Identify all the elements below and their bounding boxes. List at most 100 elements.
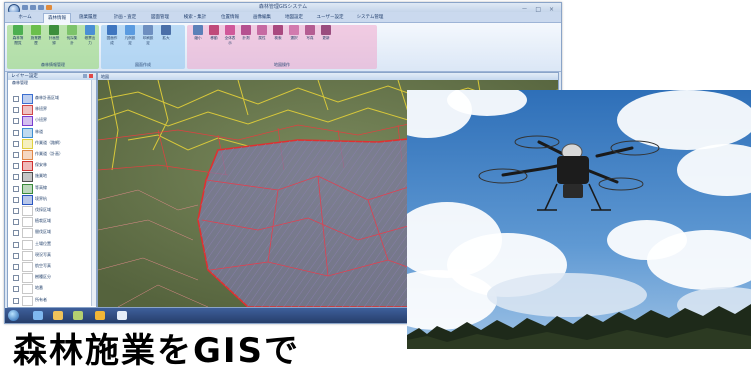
tab-system[interactable]: システム管理 <box>353 13 387 22</box>
layer-symbol-icon <box>22 105 33 116</box>
layer-item[interactable]: 所有者 <box>12 295 92 306</box>
report-output-button[interactable]: 帳票出力 <box>83 25 97 45</box>
layer-tree-root[interactable]: 森林管理 <box>8 80 96 86</box>
layer-symbol-icon <box>22 217 33 228</box>
tab-map-settings[interactable]: 地図設定 <box>281 13 307 22</box>
plan-register-button[interactable]: 計画登録 <box>47 25 61 45</box>
layer-visibility-checkbox[interactable] <box>13 297 19 304</box>
layer-item[interactable]: 樹種区分 <box>12 272 92 284</box>
layer-visibility-checkbox[interactable] <box>13 230 19 237</box>
refresh-button[interactable]: 更新 <box>319 25 333 41</box>
layer-item[interactable]: 小班界 <box>12 115 92 127</box>
layer-visibility-checkbox[interactable] <box>13 140 19 147</box>
layer-visibility-checkbox[interactable] <box>13 208 19 214</box>
layer-label: 小班界 <box>35 117 47 123</box>
layer-visibility-checkbox[interactable] <box>13 264 19 270</box>
ribbon: 森林情報管理 図面作成 地図操作 森林簿閲覧 施業履歴 計画登録 伐採集計 帳票出力 図面… <box>5 23 561 72</box>
tab-forest-info[interactable]: 森林情報 <box>43 13 71 23</box>
gis-taskbar-icon[interactable] <box>95 311 105 320</box>
layer-item[interactable]: 森林計画区域 <box>12 93 92 104</box>
layer-visibility-checkbox[interactable] <box>13 275 19 282</box>
close-icon[interactable] <box>89 74 93 78</box>
layer-visibility-checkbox[interactable] <box>13 241 19 248</box>
measure-button[interactable]: 計測 <box>239 25 253 41</box>
browser-icon[interactable] <box>33 311 43 320</box>
ribbon-button-label: 拡大 <box>162 36 170 40</box>
layer-item[interactable]: 境界杭 <box>12 194 92 205</box>
layer-item[interactable]: 保安林 <box>12 160 92 172</box>
ribbon-button-label: 印刷設定 <box>142 36 154 45</box>
folder-icon[interactable] <box>53 311 63 320</box>
drawing-create-button[interactable]: 図面作成 <box>105 25 119 45</box>
layer-item[interactable]: 作業道（計画） <box>12 149 92 160</box>
report-output-icon <box>85 25 95 35</box>
tab-home[interactable]: ホーム <box>13 13 37 22</box>
layer-item[interactable]: 土場位置 <box>12 239 92 250</box>
ribbon-button-label: 検索 <box>274 36 282 40</box>
layer-visibility-checkbox[interactable] <box>13 118 19 125</box>
full-extent-icon <box>225 25 235 35</box>
layer-label: 施業地 <box>35 173 47 179</box>
cutting-summary-icon <box>67 25 77 35</box>
layer-visibility-checkbox[interactable] <box>13 152 19 158</box>
attribute-icon <box>257 25 267 35</box>
zoom-out-icon <box>193 25 203 35</box>
drone-photo-image <box>407 90 751 349</box>
layer-item[interactable]: 林道 <box>12 127 92 138</box>
layer-item[interactable]: 地番 <box>12 283 92 295</box>
layer-item[interactable]: 間伐区域 <box>12 227 92 239</box>
cutting-summary-button[interactable]: 伐採集計 <box>65 25 79 45</box>
pan-button[interactable]: 移動 <box>207 25 221 41</box>
plan-register-icon <box>49 25 59 35</box>
tab-image[interactable]: 画像編集 <box>249 13 275 22</box>
zoom-out-button[interactable]: 縮小 <box>191 25 205 41</box>
layer-visibility-checkbox[interactable] <box>13 286 19 293</box>
layer-visibility-checkbox[interactable] <box>13 174 19 181</box>
layer-item[interactable]: 施業地 <box>12 171 92 183</box>
search-button[interactable]: 検索 <box>271 25 285 41</box>
layer-visibility-checkbox[interactable] <box>13 96 19 102</box>
layer-symbol-icon <box>22 183 33 194</box>
layer-visibility-checkbox[interactable] <box>13 163 19 170</box>
history-button[interactable]: 施業履歴 <box>29 25 43 45</box>
layer-item[interactable]: 作業道（路網） <box>12 138 92 149</box>
tab-history[interactable]: 施業履歴 <box>75 13 101 22</box>
layer-item[interactable]: 伐採区域 <box>12 205 92 216</box>
layer-visibility-checkbox[interactable] <box>13 196 19 203</box>
tab-location[interactable]: 位置情報 <box>217 13 243 22</box>
start-button[interactable] <box>8 310 19 321</box>
layer-panel-scrollbar[interactable] <box>91 80 96 306</box>
tab-user-settings[interactable]: ユーザー設定 <box>313 13 347 22</box>
layer-visibility-checkbox[interactable] <box>13 129 19 136</box>
select-button[interactable]: 選択 <box>287 25 301 41</box>
layer-symbol-icon <box>22 228 33 239</box>
photo-button[interactable]: 写真 <box>303 25 317 41</box>
layer-item[interactable]: 林班界 <box>12 104 92 116</box>
layer-item[interactable]: 航空写真 <box>12 261 92 272</box>
layer-visibility-checkbox[interactable] <box>13 219 19 226</box>
attribute-button[interactable]: 属性 <box>255 25 269 41</box>
layer-item[interactable]: 植栽区域 <box>12 216 92 228</box>
layer-visibility-checkbox[interactable] <box>13 107 19 114</box>
tab-plan[interactable]: 計画・査定 <box>109 13 141 22</box>
tab-search[interactable]: 検索・集計 <box>179 13 211 22</box>
layer-label: 作業道（計画） <box>35 151 63 156</box>
full-extent-button[interactable]: 全体表示 <box>223 25 237 45</box>
layer-visibility-checkbox[interactable] <box>13 185 19 192</box>
ribbon-button-label: 計画登録 <box>48 36 60 45</box>
layer-item[interactable]: 現況写真 <box>12 250 92 261</box>
map-title: 地図 <box>98 73 558 80</box>
legend-settings-button[interactable]: 凡例設定 <box>123 25 137 45</box>
caption-text: 森林施業をGISで <box>13 331 301 371</box>
tab-drawings[interactable]: 図面管理 <box>147 13 173 22</box>
photo-icon <box>305 25 315 35</box>
zoom-in-button[interactable]: 拡大 <box>159 25 173 41</box>
layer-visibility-checkbox[interactable] <box>13 252 19 259</box>
forest-register-button[interactable]: 森林簿閲覧 <box>11 25 25 45</box>
map-taskbar-icon[interactable] <box>117 311 127 320</box>
layer-item[interactable]: 等高線 <box>12 183 92 194</box>
pin-icon[interactable] <box>83 74 87 78</box>
print-settings-button[interactable]: 印刷設定 <box>141 25 155 45</box>
layer-label: 等高線 <box>35 184 47 190</box>
app-icon[interactable] <box>73 311 83 320</box>
